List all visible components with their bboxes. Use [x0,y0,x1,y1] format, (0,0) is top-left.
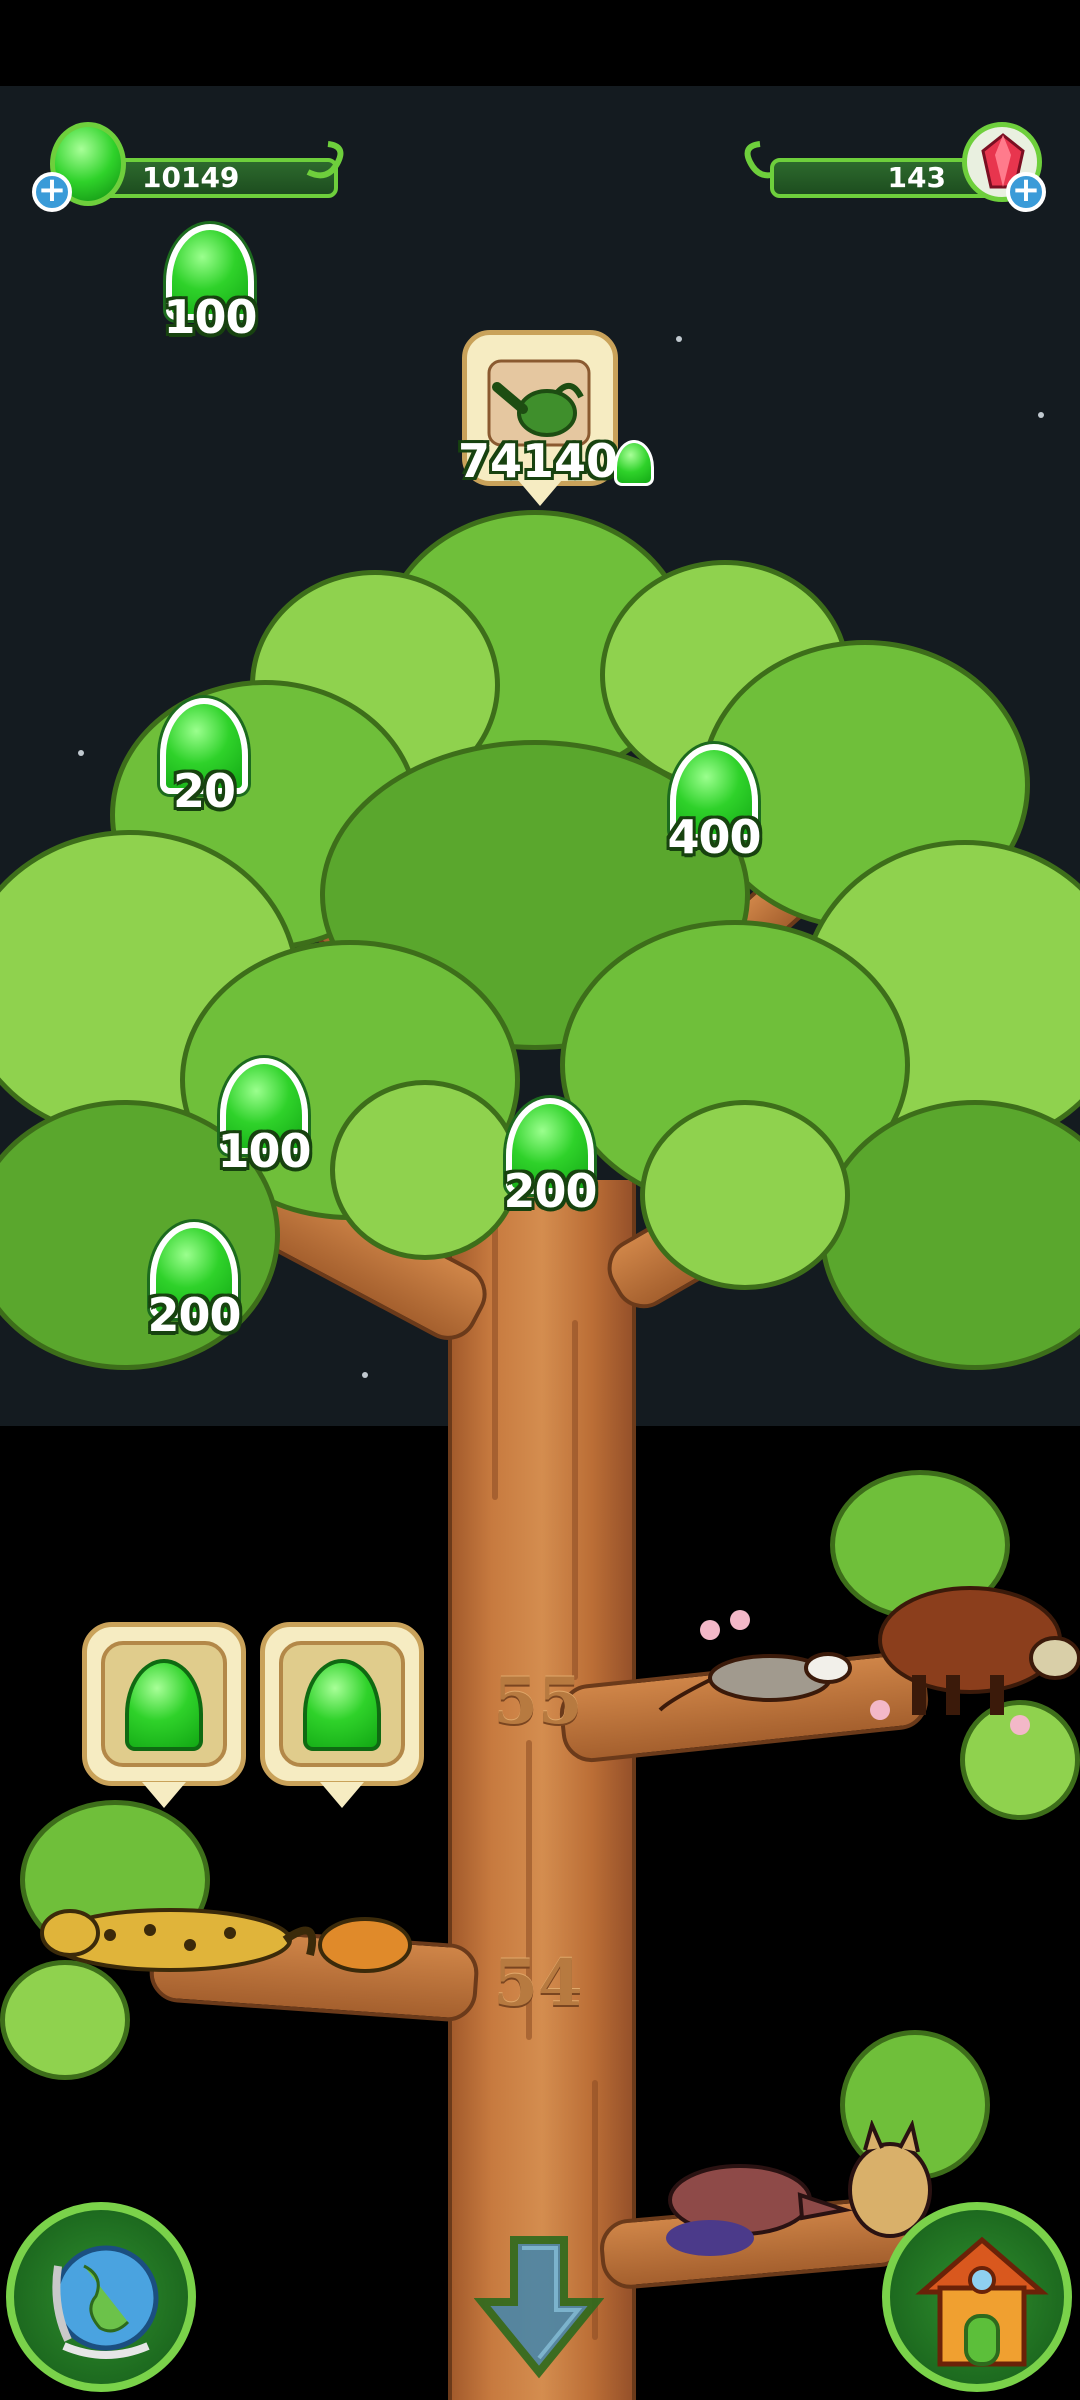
water-tree-button[interactable]: 74140 [458,330,662,520]
scroll-down-button[interactable] [473,2232,605,2382]
reward-card[interactable] [260,1622,426,1818]
jelly-pickup-amount: 100 [163,290,257,344]
home-button[interactable] [882,2202,1072,2392]
cow-and-possum-on-branch[interactable] [650,1560,1080,1760]
jelly-pickup-amount: 100 [217,1124,311,1178]
add-gem-button[interactable]: + [1006,172,1046,212]
star [1038,412,1044,418]
jelly-pickup[interactable]: 100 [160,220,260,344]
reward-card-inner [279,1641,405,1767]
jelly-pickup-amount: 400 [667,810,761,864]
globe-icon [52,2245,159,2359]
jelly-pickup-amount: 200 [147,1288,241,1342]
house-icon [915,2236,1049,2367]
arrow-down-icon [473,2236,605,2379]
game-screen: 55 54 10149 + 143 + 74140 100 20 400 100… [0,0,1080,2400]
reward-card-inner [101,1641,227,1767]
jelly-drop-icon [125,1659,203,1751]
status-bar [0,0,1080,86]
jelly-pickup-amount: 20 [172,764,236,818]
reward-card[interactable] [82,1622,248,1818]
jelly-drop-icon [614,440,654,486]
jelly-pickup-amount: 200 [503,1164,597,1218]
jelly-counter[interactable]: 10149 + [28,112,358,222]
reward-card-frame [260,1622,424,1786]
leaf-cluster [640,1100,850,1290]
add-jelly-button[interactable]: + [32,172,72,212]
jelly-amount: 10149 [142,161,240,194]
star [676,336,682,342]
jelly-pickup[interactable]: 100 [214,1054,314,1178]
jelly-drop-icon [303,1659,381,1751]
jelly-pickup[interactable]: 200 [500,1094,600,1218]
world-map-button[interactable] [6,2202,196,2392]
reward-card-frame [82,1622,246,1786]
jelly-pickup[interactable]: 200 [144,1218,244,1342]
jelly-pickup[interactable]: 400 [664,740,764,864]
card-pointer [320,1782,364,1808]
vine-curl-icon [306,141,344,179]
leopard-and-tortoise-on-branch[interactable] [30,1885,440,1995]
level-number: 55 [493,1664,583,1739]
level-number: 54 [493,1946,583,2021]
watering-cost: 74140 [458,434,619,488]
gem-counter[interactable]: 143 + [730,112,1060,222]
card-pointer [142,1782,186,1808]
jelly-pickup[interactable]: 20 [154,694,254,818]
gem-amount: 143 [887,161,946,194]
